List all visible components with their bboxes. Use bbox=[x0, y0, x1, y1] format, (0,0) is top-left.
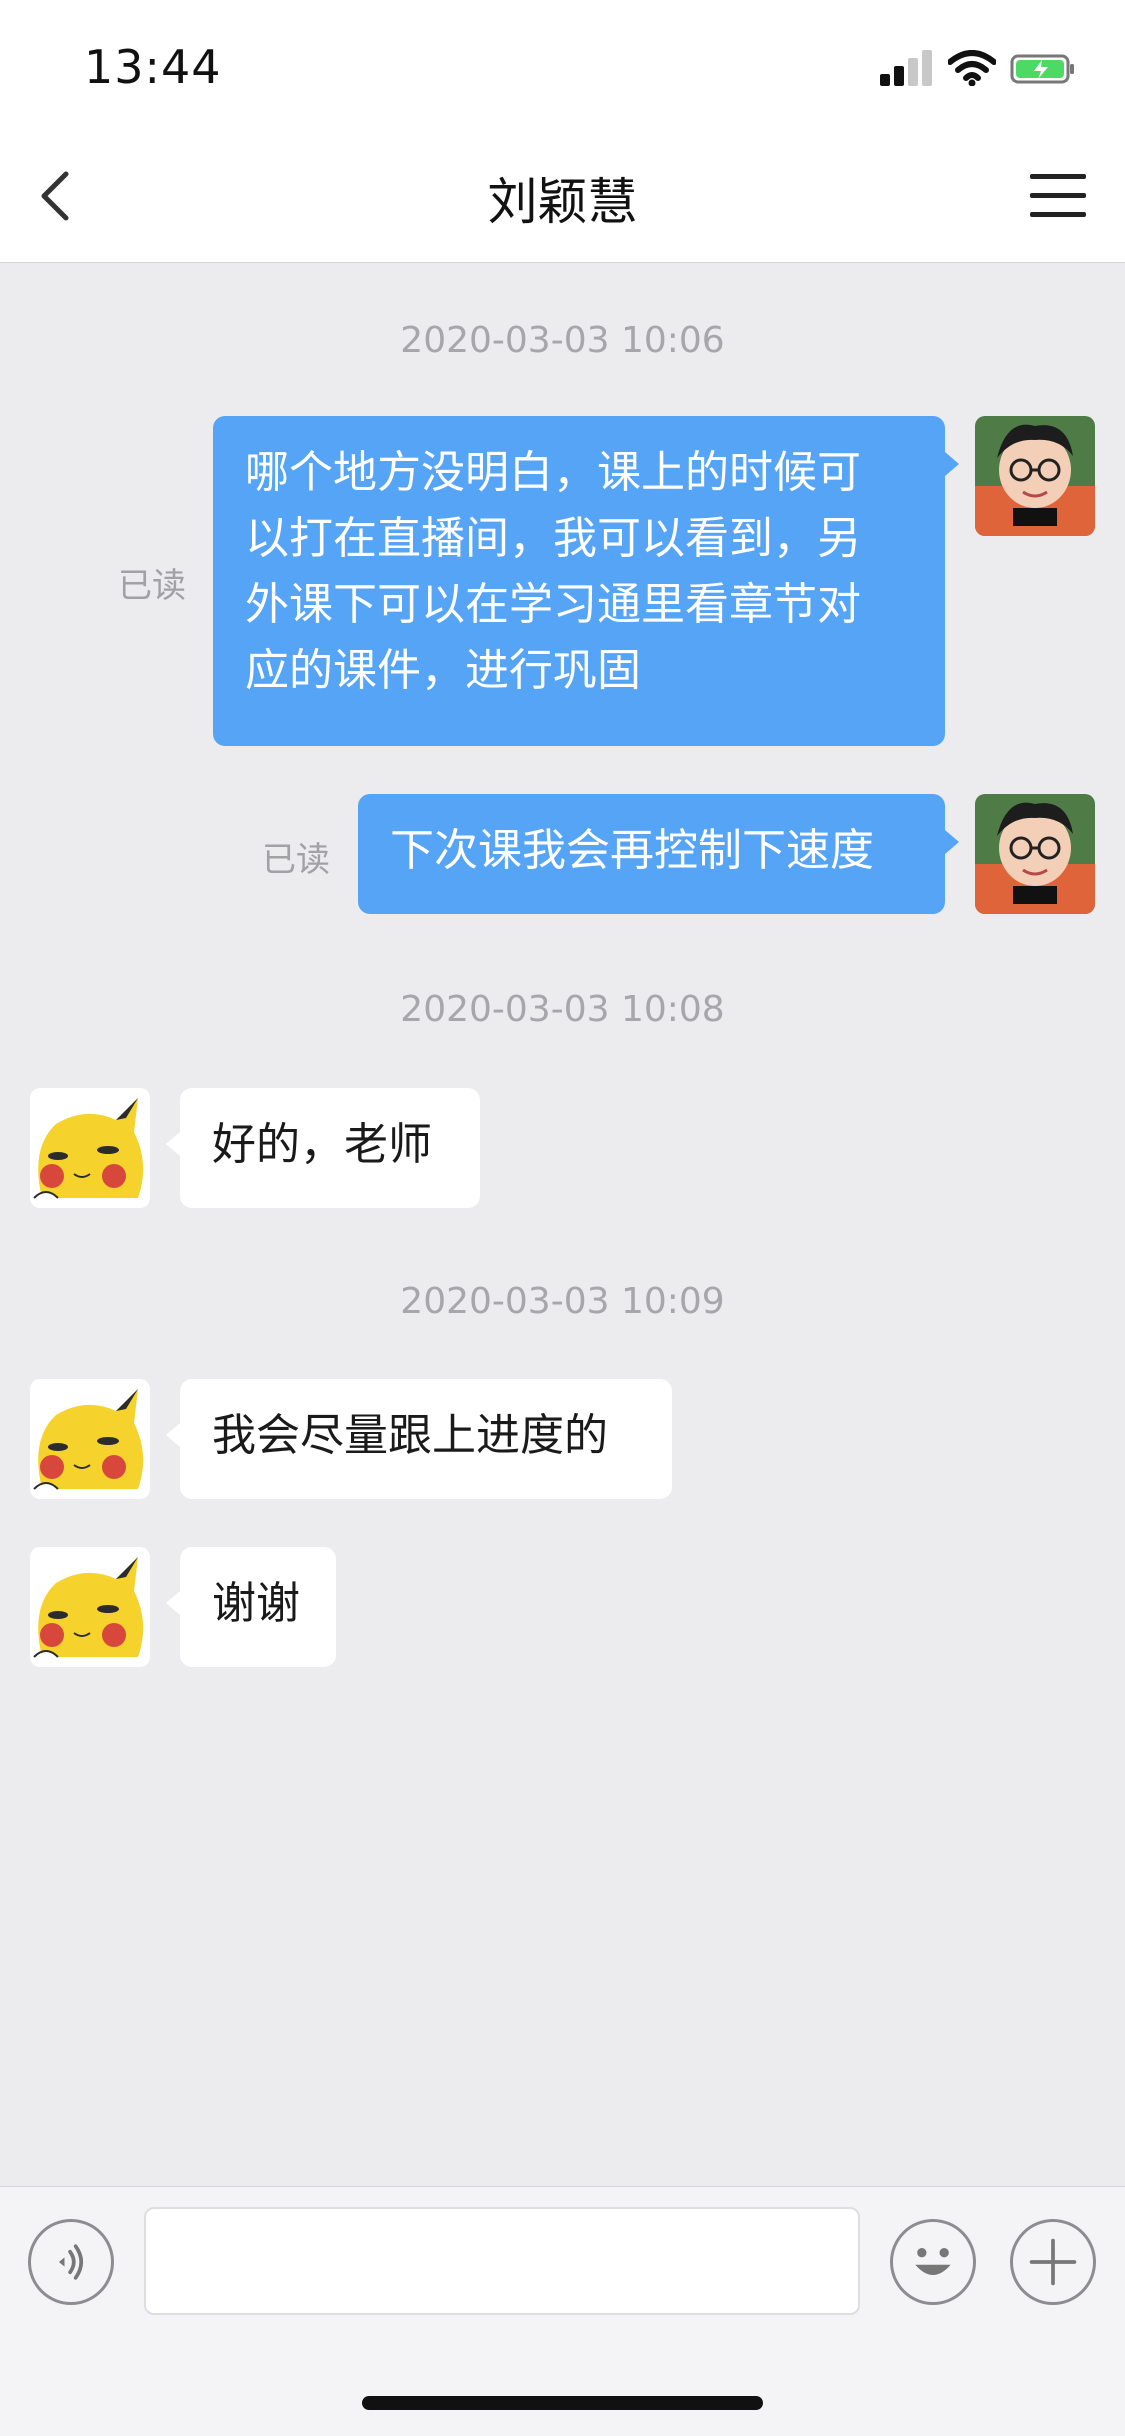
home-area bbox=[0, 2336, 1125, 2436]
message-line: 以打在直播间，我可以看到，另 bbox=[245, 513, 861, 564]
message-line: 好的，老师 bbox=[212, 1119, 432, 1170]
status-bar: 13:44 bbox=[0, 0, 1125, 130]
input-bar bbox=[0, 2186, 1125, 2337]
message-bubble[interactable]: 哪个地方没明白，课上的时候可 以打在直播间，我可以看到，另 外课下可以在学习通里… bbox=[213, 416, 959, 746]
status-time: 13:44 bbox=[84, 40, 222, 94]
message-line: 下次课我会再控制下速度 bbox=[390, 825, 874, 876]
message-line: 应的课件，进行巩固 bbox=[245, 645, 641, 696]
message-bubble[interactable]: 好的，老师 bbox=[166, 1088, 480, 1208]
voice-button[interactable] bbox=[28, 2219, 114, 2305]
message-bubble[interactable]: 谢谢 bbox=[166, 1547, 336, 1667]
home-indicator[interactable] bbox=[362, 2396, 763, 2410]
message-line: 我会尽量跟上进度的 bbox=[212, 1410, 608, 1461]
message-line: 谢谢 bbox=[212, 1578, 300, 1629]
teacher-avatar[interactable] bbox=[975, 416, 1095, 536]
voice-icon bbox=[58, 2244, 84, 2280]
plus-icon bbox=[1029, 2238, 1077, 2286]
menu-icon[interactable] bbox=[1030, 174, 1086, 218]
timestamp: 2020-03-03 10:08 bbox=[400, 989, 725, 1030]
emoji-icon bbox=[915, 2248, 951, 2276]
timestamp: 2020-03-03 10:09 bbox=[400, 1281, 725, 1322]
message-input[interactable] bbox=[144, 2207, 860, 2315]
message-line: 哪个地方没明白，课上的时候可 bbox=[245, 447, 861, 498]
cellular-signal-icon bbox=[880, 50, 934, 86]
message-bubble[interactable]: 我会尽量跟上进度的 bbox=[166, 1379, 672, 1499]
navigation-bar: 刘颖慧 bbox=[0, 130, 1125, 263]
chat-title: 刘颖慧 bbox=[487, 173, 638, 231]
message-bubble[interactable]: 下次课我会再控制下速度 bbox=[358, 794, 959, 914]
pikachu-avatar[interactable] bbox=[30, 1547, 150, 1667]
message-line: 外课下可以在学习通里看章节对 bbox=[245, 579, 861, 630]
battery-charging-icon bbox=[1010, 54, 1074, 84]
wifi-icon bbox=[948, 50, 996, 86]
read-status: 已读 bbox=[118, 566, 186, 606]
emoji-button[interactable] bbox=[890, 2219, 976, 2305]
read-status: 已读 bbox=[262, 840, 330, 880]
timestamp: 2020-03-03 10:06 bbox=[400, 320, 725, 361]
pikachu-avatar[interactable] bbox=[30, 1088, 150, 1208]
teacher-avatar[interactable] bbox=[975, 794, 1095, 914]
pikachu-avatar[interactable] bbox=[30, 1379, 150, 1499]
plus-button[interactable] bbox=[1010, 2219, 1096, 2305]
